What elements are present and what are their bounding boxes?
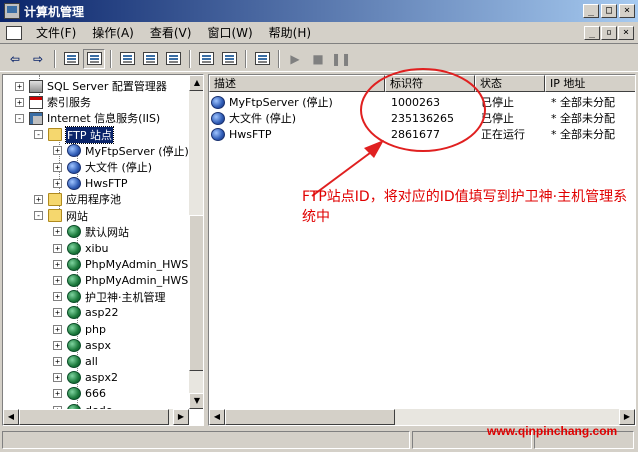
watermark: www.qinpinchang.com [487,424,618,438]
annotation-text: FTP站点ID，将对应的ID值填写到护卫神·主机管理系统中 [302,189,628,225]
